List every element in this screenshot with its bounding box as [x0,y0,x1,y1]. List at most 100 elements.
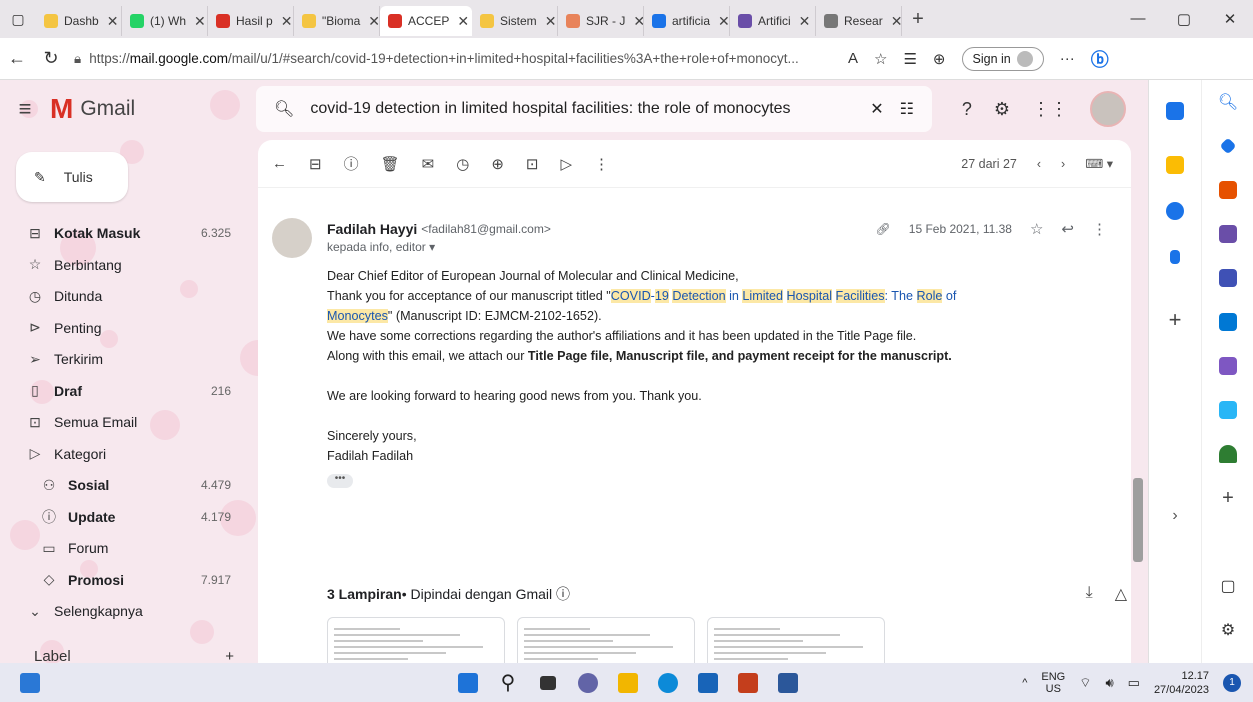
widgets-icon[interactable] [0,663,60,702]
compose-button[interactable]: ✎ Tulis [16,152,128,202]
search-sidebar-icon[interactable]: 🔍︎ [1202,80,1253,124]
download-all-icon[interactable]: ⤓ [1086,584,1093,604]
minimize-icon[interactable]: — [1115,10,1161,28]
sidebar-item-promosi[interactable]: ◇ Promosi 7.917 [0,565,245,595]
show-hidden-icons-icon[interactable]: ^ [1022,677,1027,689]
keep-icon[interactable] [1149,142,1201,188]
refresh-icon[interactable]: ↻ [34,48,68,69]
search-bar[interactable]: 🔍︎ covid-19 detection in limited hospita… [256,86,932,132]
calendar-icon[interactable] [1149,80,1201,142]
close-tab-icon[interactable]: ✕ [718,13,729,30]
close-tab-icon[interactable]: ✕ [457,13,469,30]
attachment-card[interactable]: PDFEJMCM-2102-165 [707,617,885,663]
help-icon[interactable]: ? [962,99,972,120]
search-taskbar-icon[interactable]: ⚲ [488,663,528,702]
more-menu-icon[interactable]: ··· [1060,50,1075,67]
show-trimmed-content-button[interactable]: ••• [327,474,353,488]
close-tab-icon[interactable]: ✕ [194,13,206,30]
account-avatar[interactable] [1090,91,1126,127]
clock[interactable]: 12.17 27/04/2023 [1154,669,1209,697]
message-more-icon[interactable]: ⋮ [1092,220,1107,238]
start-icon[interactable] [448,663,488,702]
designer-icon[interactable] [1202,344,1253,388]
search-icon[interactable]: 🔍︎ [274,99,294,119]
tree-icon[interactable] [1202,432,1253,476]
sidebar-item-draf[interactable]: ▯ Draf 216 [0,376,245,406]
sign-in-button[interactable]: Sign in [961,46,1044,71]
outlook-icon[interactable] [1202,300,1253,344]
browser-tab[interactable]: "Bioma ✕ [294,6,380,36]
office-icon[interactable] [1202,256,1253,300]
newer-icon[interactable]: ‹ [1037,157,1041,171]
main-menu-icon[interactable]: ≡ [0,96,50,122]
get-addons-icon[interactable]: + [1149,280,1201,360]
reply-icon[interactable]: ↩ [1061,220,1074,238]
attachment-card[interactable]: WEJMCM-2102-165 [517,617,695,663]
mark-unread-icon[interactable]: ✉ [422,155,435,173]
hide-side-panel-icon[interactable]: › [1149,494,1201,538]
read-aloud-icon[interactable]: A [848,50,858,67]
browser-tab[interactable]: Hasil p ✕ [208,6,294,36]
browser-tab[interactable]: Dashb ✕ [36,6,122,36]
sidebar-item-berbintang[interactable]: ☆ Berbintang [0,250,245,280]
delete-icon[interactable]: 🗑︎ [381,155,400,173]
close-tab-icon[interactable]: ✕ [107,13,119,30]
sidebar-item-selengkapnya[interactable]: ⌄ Selengkapnya [0,596,245,626]
task-view-icon[interactable] [528,663,568,702]
clear-search-icon[interactable]: ✕ [870,99,883,119]
drop-icon[interactable] [1202,388,1253,432]
games-icon[interactable] [1202,212,1253,256]
attachment-card[interactable]: WEJMCM-2102-165 [327,617,505,663]
star-message-icon[interactable]: ☆ [1030,220,1043,238]
add-task-icon[interactable]: ⊕ [491,155,504,173]
sidebar-item-kategori[interactable]: ▷ Kategori [0,439,245,469]
tab-actions-icon[interactable]: ▢ [0,0,36,38]
restore-icon[interactable]: ▢ [1161,10,1207,28]
sidebar-item-ditunda[interactable]: ◷ Ditunda [0,281,245,311]
favorites-icon[interactable]: ☰ [903,50,916,68]
report-spam-icon[interactable]: ⓘ [344,153,359,174]
close-window-icon[interactable]: ✕ [1207,10,1253,28]
browser-tab[interactable]: artificia ✕ [644,6,730,36]
archive-icon[interactable]: ⊟ [309,155,322,173]
recipients-dropdown[interactable]: kepada info, editor ▾ [327,240,435,254]
browser-tab[interactable]: SJR - J ✕ [558,6,644,36]
file-explorer-icon[interactable] [608,663,648,702]
battery-icon[interactable]: ▭ [1128,675,1140,691]
add-to-drive-icon[interactable]: △ [1115,584,1127,604]
browser-tab[interactable]: Sistem ✕ [472,6,558,36]
volume-icon[interactable]: 🔊︎ [1105,675,1113,691]
sidebar-item-kotak-masuk[interactable]: ⊟ Kotak Masuk 6.325 [0,218,245,248]
split-screen-icon[interactable]: ▢ [1202,564,1253,608]
search-options-icon[interactable]: ☷ [900,99,914,119]
sidebar-item-sosial[interactable]: ⚇ Sosial 4.479 [0,470,245,500]
customize-sidebar-icon[interactable]: + [1202,476,1253,520]
gmail-logo[interactable]: M Gmail [50,93,240,125]
sidebar-item-terkirim[interactable]: ➢ Terkirim [0,344,245,374]
new-tab-button[interactable]: + [902,8,934,31]
close-tab-icon[interactable]: ✕ [799,13,811,30]
sidebar-item-semua-email[interactable]: ⊡ Semua Email [0,407,245,437]
tools-icon[interactable] [1202,168,1253,212]
close-tab-icon[interactable]: ✕ [545,13,557,30]
tasks-icon[interactable] [1149,188,1201,234]
sidebar-item-penting[interactable]: ⊳ Penting [0,313,245,343]
back-to-list-icon[interactable]: ← [272,155,287,172]
move-to-icon[interactable]: ⊡ [526,155,539,173]
word-icon[interactable] [768,663,808,702]
wifi-icon[interactable]: ⌔ [1079,675,1091,691]
main-scrollbar[interactable] [1133,478,1143,562]
more-actions-icon[interactable]: ⋮ [594,155,609,173]
input-tools-icon[interactable]: ⌨ ▾ [1085,156,1113,171]
chat-icon[interactable] [568,663,608,702]
sidebar-settings-icon[interactable]: ⚙ [1202,608,1253,652]
browser-tab[interactable]: ACCEP ✕ [380,6,472,36]
url-field[interactable]: 🔒︎ https://mail.google.com/mail/u/1/#sea… [74,51,834,67]
settings-icon[interactable]: ⚙ [994,99,1010,120]
store-icon[interactable] [688,663,728,702]
contacts-icon[interactable] [1149,234,1201,280]
close-tab-icon[interactable]: ✕ [368,13,379,30]
notification-badge[interactable]: 1 [1223,673,1241,692]
older-icon[interactable]: › [1061,157,1065,171]
close-tab-icon[interactable]: ✕ [891,13,901,30]
